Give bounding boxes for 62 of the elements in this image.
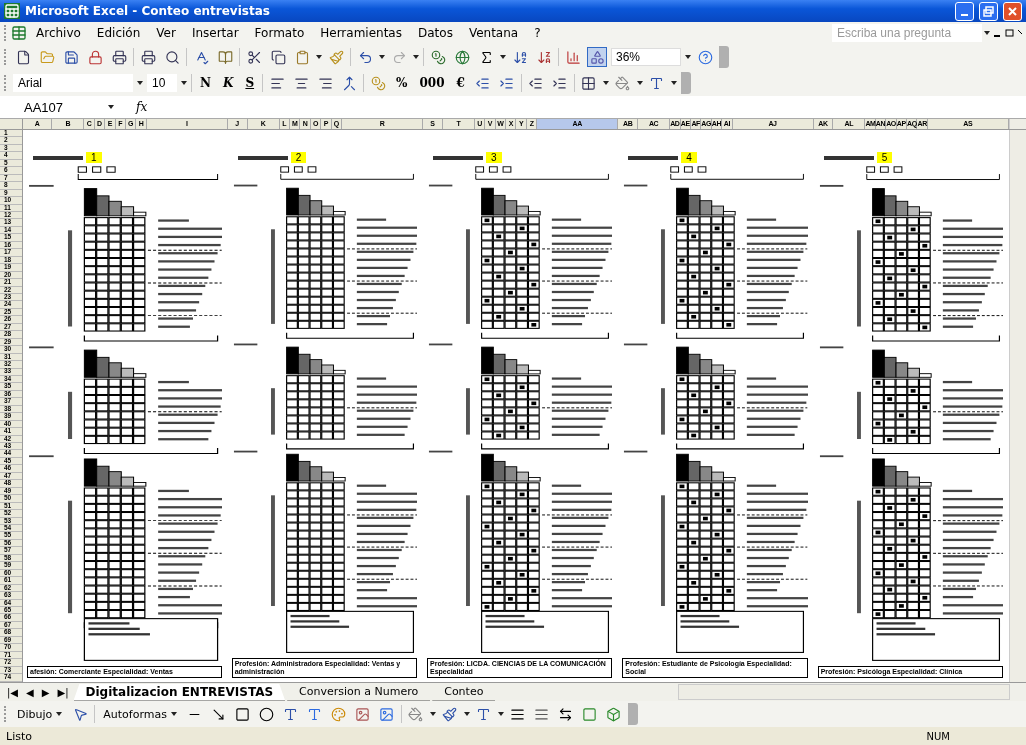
caret-icon[interactable] xyxy=(984,31,990,35)
drawing-icon[interactable] xyxy=(587,47,607,67)
caret-icon[interactable] xyxy=(463,712,470,716)
restore-icon xyxy=(983,5,994,17)
horizontal-scrollbar[interactable] xyxy=(678,684,1010,700)
workbook-icon[interactable] xyxy=(11,25,27,41)
menu-item[interactable]: Ventana xyxy=(461,24,526,42)
caret-icon[interactable] xyxy=(500,55,506,59)
caret-icon[interactable] xyxy=(602,81,609,85)
window-title: Microsoft Excel - Conteo entrevistas xyxy=(25,4,270,18)
close-button[interactable] xyxy=(1003,1,1022,21)
interview-number-cell: 5 xyxy=(876,152,893,163)
number-format-button[interactable]: % xyxy=(392,73,412,93)
minimize-icon xyxy=(961,14,968,16)
close-icon xyxy=(1007,5,1018,17)
italic-button[interactable]: K xyxy=(218,73,238,93)
menu-item[interactable]: Archivo xyxy=(29,24,88,42)
number-format-button[interactable]: € xyxy=(452,73,469,93)
menu-item[interactable]: ? xyxy=(527,24,548,42)
excel-logo-icon xyxy=(4,3,20,19)
sheet-nav-button[interactable]: ◀ xyxy=(23,686,37,698)
sheet-nav-button[interactable]: ▶| xyxy=(54,686,72,698)
caret-icon[interactable] xyxy=(429,712,436,716)
menu-item[interactable]: Edición xyxy=(89,24,148,42)
caret-icon[interactable] xyxy=(670,81,677,85)
underline-button[interactable]: S xyxy=(241,73,259,93)
interview-number-cell: 3 xyxy=(486,152,502,163)
menu-item[interactable]: Datos xyxy=(411,24,460,42)
restore-button[interactable] xyxy=(979,1,998,21)
number-format-button[interactable]: 000 xyxy=(415,73,449,93)
caret-icon[interactable] xyxy=(497,712,504,716)
num-lock-indicator: NUM xyxy=(926,730,950,742)
sheet-nav-button[interactable]: ▶ xyxy=(38,686,53,698)
interview-number-cell: 1 xyxy=(86,152,102,163)
menu-item[interactable]: Insertar xyxy=(184,24,246,42)
sheet-tab[interactable]: Digitalizacion ENTREVISTAS xyxy=(73,683,286,701)
document-window-controls-icon[interactable] xyxy=(992,28,1022,38)
autoshapes-menu-button[interactable]: Autoformas xyxy=(99,707,181,721)
sheet-nav-button[interactable]: |◀ xyxy=(4,686,22,698)
interview-number-cell: 2 xyxy=(290,152,307,163)
caret-icon[interactable] xyxy=(636,81,643,85)
scrollbar[interactable] xyxy=(1008,119,1026,129)
menu-item[interactable]: Herramientas xyxy=(313,24,409,42)
menu-item[interactable]: Formato xyxy=(247,24,312,42)
zoom-field[interactable]: 36% xyxy=(611,48,681,66)
status-text: Listo xyxy=(6,729,32,743)
vertical-scrollbar[interactable] xyxy=(1009,130,1026,682)
caret-icon[interactable] xyxy=(379,55,385,59)
font-size-field[interactable]: 10 xyxy=(147,74,177,92)
minimize-button[interactable] xyxy=(955,1,974,21)
menu-item[interactable]: Ver xyxy=(149,24,183,42)
bold-button[interactable]: N xyxy=(196,73,215,93)
interview-number-cell: 4 xyxy=(681,152,697,163)
caret-icon[interactable] xyxy=(181,81,187,85)
caret-icon[interactable] xyxy=(685,55,691,59)
function-label[interactable]: fx xyxy=(136,100,148,114)
name-box[interactable]: AA107 xyxy=(4,99,120,115)
draw-menu-button[interactable]: Dibujo xyxy=(13,707,67,721)
caret-icon[interactable] xyxy=(316,55,322,59)
font-field[interactable]: Arial xyxy=(13,74,133,92)
caret-icon[interactable] xyxy=(137,81,143,85)
caret-icon[interactable] xyxy=(413,55,419,59)
